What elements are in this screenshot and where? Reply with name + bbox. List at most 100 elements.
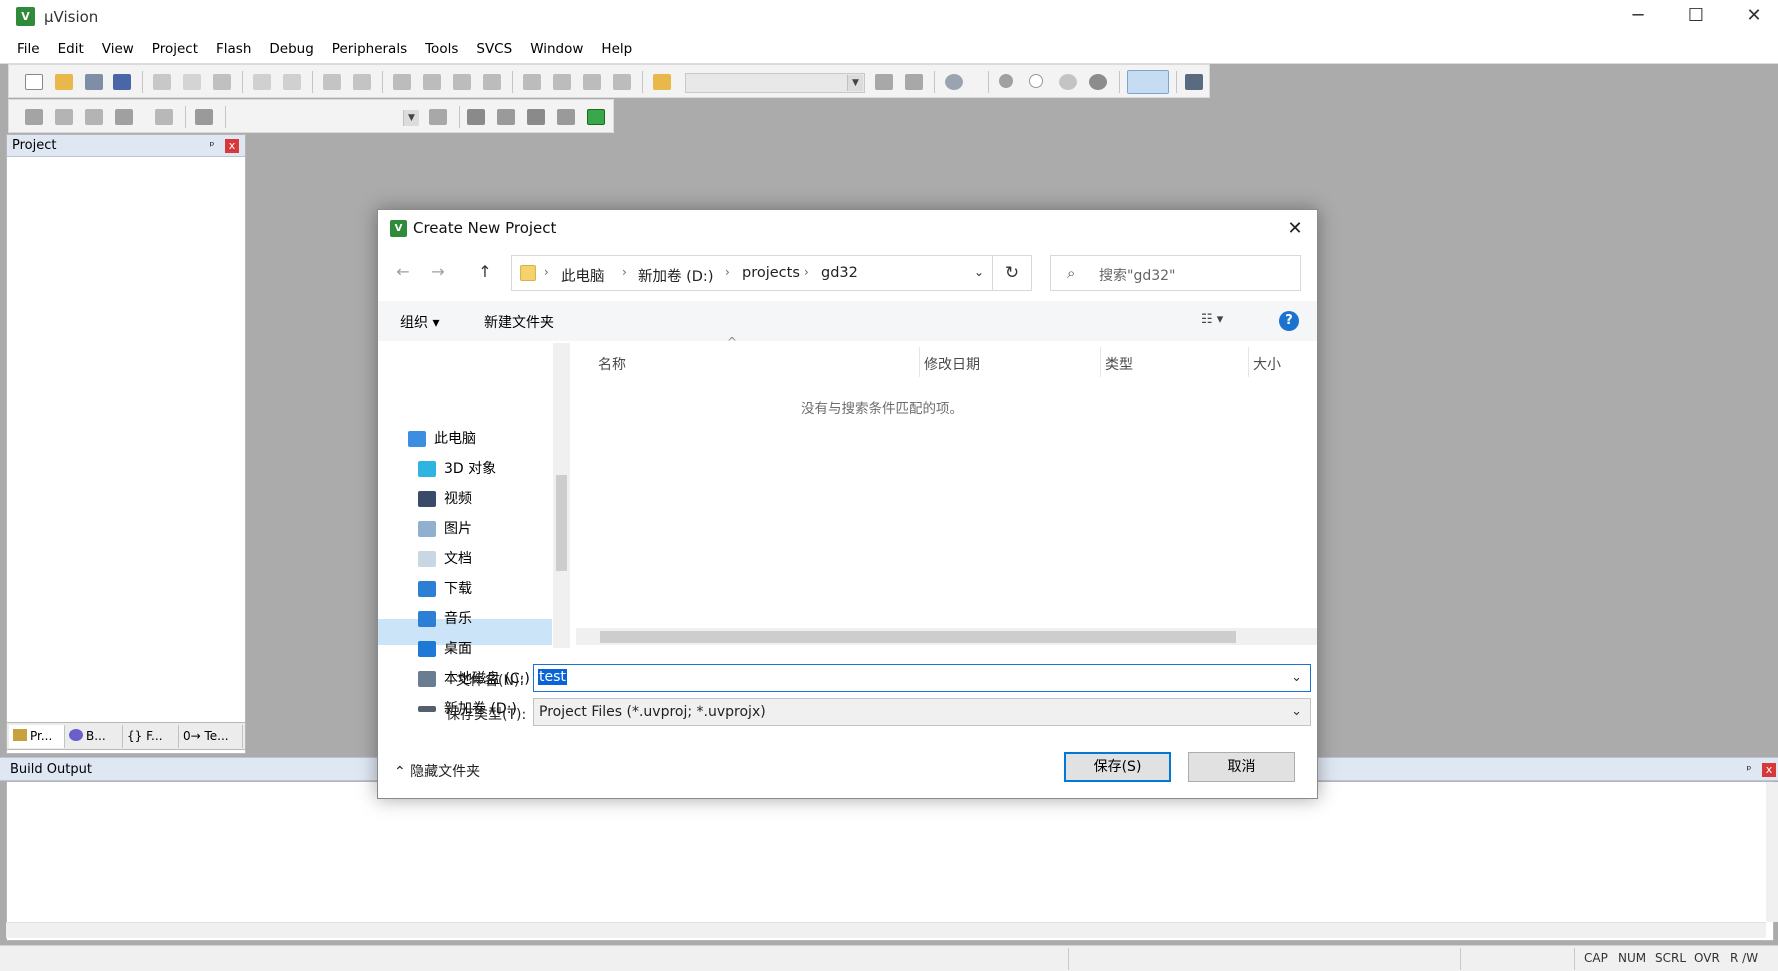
cut-icon[interactable] xyxy=(153,74,171,90)
refresh-button[interactable]: ↻ xyxy=(993,255,1032,291)
target-select[interactable]: ▼ xyxy=(233,108,421,128)
debug-session-icon[interactable] xyxy=(945,74,963,90)
view-options-button[interactable]: ☷ ▾ xyxy=(1201,312,1223,327)
close-icon[interactable]: x xyxy=(1762,763,1776,777)
chevron-down-icon[interactable]: ▼ xyxy=(403,110,419,126)
uncomment-icon[interactable] xyxy=(613,74,631,90)
column-size[interactable]: 大小 xyxy=(1253,354,1281,374)
hide-folders-toggle[interactable]: ⌃ 隐藏文件夹 xyxy=(394,761,480,781)
build-icon[interactable] xyxy=(55,109,73,125)
pack-manager-icon[interactable] xyxy=(587,109,605,125)
select-software-packs-icon[interactable] xyxy=(527,109,545,125)
menu-window[interactable]: Window xyxy=(521,34,592,64)
file-extensions-icon[interactable] xyxy=(467,109,485,125)
undo-icon[interactable] xyxy=(253,74,271,90)
save-icon[interactable] xyxy=(85,74,103,90)
build-output-text[interactable] xyxy=(6,781,1774,941)
save-button[interactable]: 保存(S) xyxy=(1064,752,1171,782)
rebuild-icon[interactable] xyxy=(85,109,103,125)
nav-item-documents[interactable]: 文档 xyxy=(418,546,472,572)
nav-item-pictures[interactable]: 图片 xyxy=(418,516,472,542)
nav-forward-icon[interactable] xyxy=(353,74,371,90)
breakpoint-disable-all-icon[interactable] xyxy=(1059,74,1077,90)
menu-file[interactable]: File xyxy=(8,34,49,64)
filename-value[interactable]: test xyxy=(538,669,567,685)
chevron-down-icon[interactable]: ⌄ xyxy=(1291,704,1302,719)
back-button[interactable]: ← xyxy=(390,258,416,286)
target-options-icon[interactable] xyxy=(429,109,447,125)
pack-installer-icon[interactable] xyxy=(557,109,575,125)
batch-build-icon[interactable] xyxy=(115,109,133,125)
menu-help[interactable]: Help xyxy=(592,34,641,64)
prev-bookmark-icon[interactable] xyxy=(423,74,441,90)
file-list[interactable]: ^ 名称 修改日期 类型 大小 没有与搜索条件匹配的项。 xyxy=(576,335,1317,653)
download-load-icon[interactable] xyxy=(195,109,213,125)
menu-debug[interactable]: Debug xyxy=(260,34,322,64)
find-combo[interactable]: ▼ xyxy=(685,73,865,93)
breakpoint-disable-icon[interactable] xyxy=(1029,74,1043,88)
menu-view[interactable]: View xyxy=(93,34,143,64)
search-input[interactable]: 搜索"gd32" xyxy=(1099,265,1175,285)
dialog-close-button[interactable]: ✕ xyxy=(1278,214,1312,244)
nav-item-downloads[interactable]: 下载 xyxy=(418,576,472,602)
breakpoint-kill-all-icon[interactable] xyxy=(1089,74,1107,90)
breadcrumb-drive-d[interactable]: 新加卷 (D:) xyxy=(638,265,713,286)
build-output-vscrollbar[interactable] xyxy=(1766,782,1778,922)
configure-icon[interactable] xyxy=(1185,74,1203,90)
scrollbar-thumb[interactable] xyxy=(556,475,567,571)
help-icon[interactable]: ? xyxy=(1279,311,1299,331)
maximize-button[interactable]: ☐ xyxy=(1668,0,1724,34)
nav-back-icon[interactable] xyxy=(323,74,341,90)
breadcrumb-gd32[interactable]: gd32 xyxy=(821,265,858,281)
cancel-button[interactable]: 取消 xyxy=(1188,752,1295,782)
column-date-modified[interactable]: 修改日期 xyxy=(924,354,980,374)
build-output-hscrollbar[interactable] xyxy=(6,922,1766,938)
scrollbar-thumb[interactable] xyxy=(600,631,1236,643)
nav-item-videos[interactable]: 视频 xyxy=(418,486,472,512)
indent-icon[interactable] xyxy=(523,74,541,90)
menu-svcs[interactable]: SVCS xyxy=(467,34,521,64)
save-all-icon[interactable] xyxy=(113,74,131,90)
chevron-down-icon[interactable]: ▼ xyxy=(847,75,863,91)
menu-flash[interactable]: Flash xyxy=(207,34,260,64)
tab-project[interactable]: Pr... xyxy=(9,725,65,748)
column-name[interactable]: 名称 xyxy=(598,354,626,374)
close-window-button[interactable]: ✕ xyxy=(1726,0,1778,34)
comment-icon[interactable] xyxy=(583,74,601,90)
pin-icon[interactable]: ᵖ xyxy=(205,139,219,153)
organize-button[interactable]: 组织 ▾ xyxy=(400,312,439,332)
search-box[interactable]: ⌕ 搜索"gd32" xyxy=(1050,255,1301,291)
find-in-files-icon[interactable] xyxy=(653,74,671,90)
pin-icon[interactable]: ᵖ xyxy=(1742,763,1756,777)
translate-icon[interactable] xyxy=(25,109,43,125)
next-bookmark-icon[interactable] xyxy=(453,74,471,90)
forward-button[interactable]: → xyxy=(425,258,451,286)
menu-peripherals[interactable]: Peripherals xyxy=(323,34,416,64)
bookmark-icon[interactable] xyxy=(393,74,411,90)
breakpoint-icon[interactable] xyxy=(999,74,1013,88)
nav-item-music[interactable]: 音乐 xyxy=(418,606,472,632)
open-file-icon[interactable] xyxy=(55,74,73,90)
breadcrumb-projects[interactable]: projects xyxy=(742,265,800,281)
nav-item-this-pc[interactable]: 此电脑 xyxy=(408,426,476,452)
column-type[interactable]: 类型 xyxy=(1105,354,1133,374)
chevron-down-icon[interactable]: ⌄ xyxy=(1291,670,1302,685)
menu-project[interactable]: Project xyxy=(143,34,207,64)
unindent-icon[interactable] xyxy=(553,74,571,90)
close-icon[interactable]: x xyxy=(225,139,239,153)
window-layout-icon[interactable] xyxy=(1127,70,1169,94)
stop-build-icon[interactable] xyxy=(155,109,173,125)
up-button[interactable]: ↑ xyxy=(472,258,498,286)
incremental-find-icon[interactable] xyxy=(905,74,923,90)
manage-rte-icon[interactable] xyxy=(497,109,515,125)
filetype-select[interactable]: Project Files (*.uvproj; *.uvprojx) ⌄ xyxy=(533,698,1311,726)
nav-item-3d-objects[interactable]: 3D 对象 xyxy=(418,456,496,482)
nav-item-desktop[interactable]: 桌面 xyxy=(418,636,472,662)
tab-functions[interactable]: {} F... xyxy=(123,725,179,748)
filename-input[interactable]: test ⌄ xyxy=(533,664,1311,692)
chevron-down-icon[interactable]: ⌄ xyxy=(974,265,990,279)
clear-bookmarks-icon[interactable] xyxy=(483,74,501,90)
menu-tools[interactable]: Tools xyxy=(416,34,467,64)
new-folder-button[interactable]: 新建文件夹 xyxy=(484,312,554,332)
address-bar[interactable]: › 此电脑 › 新加卷 (D:) › projects › gd32 ⌄ xyxy=(511,255,993,291)
